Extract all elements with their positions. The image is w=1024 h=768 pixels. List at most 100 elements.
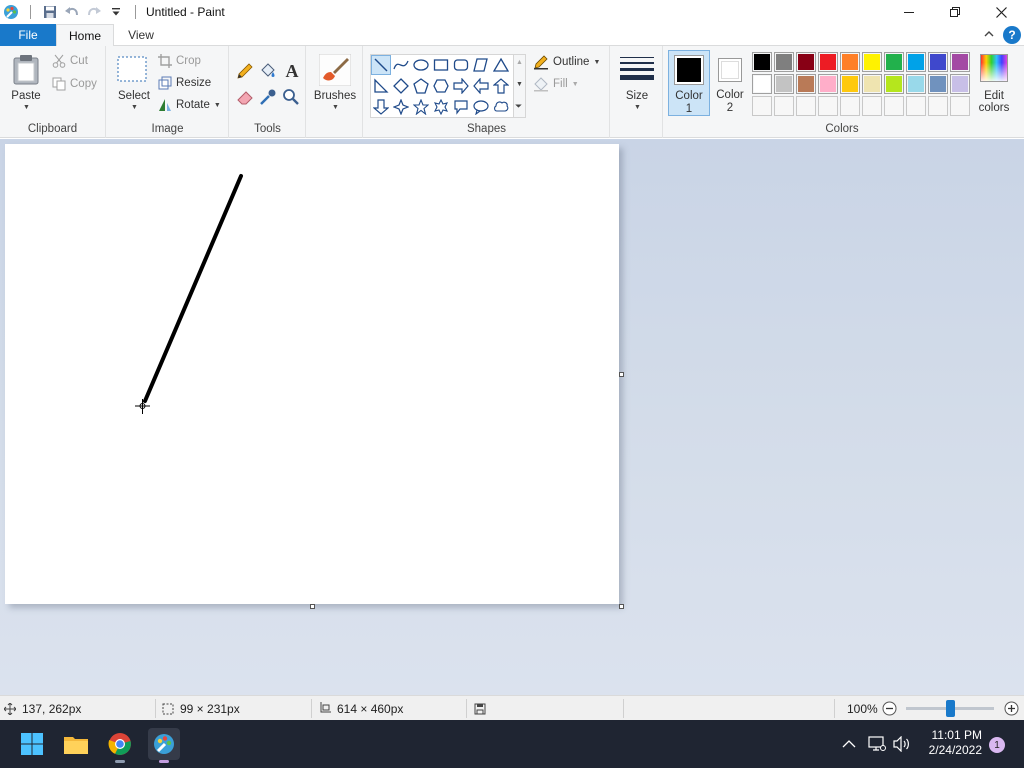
six-point-star-shape-icon[interactable]: [431, 97, 451, 117]
paste-button[interactable]: Paste ▼: [6, 52, 46, 114]
eraser-icon[interactable]: [236, 88, 254, 106]
cut-button[interactable]: Cut: [52, 51, 88, 71]
drawing-canvas[interactable]: [5, 144, 619, 604]
resize-handle-bottom[interactable]: [310, 604, 315, 609]
custom-color-slot[interactable]: [796, 96, 816, 116]
four-point-star-shape-icon[interactable]: [391, 97, 411, 117]
palette-swatch[interactable]: [906, 52, 926, 72]
palette-swatch[interactable]: [950, 52, 970, 72]
undo-icon[interactable]: [63, 3, 81, 21]
palette-swatch[interactable]: [774, 52, 794, 72]
zoom-out-button[interactable]: [882, 701, 897, 716]
minimize-button[interactable]: [886, 0, 932, 24]
up-arrow-shape-icon[interactable]: [491, 76, 511, 96]
cloud-callout-shape-icon[interactable]: [491, 97, 511, 117]
tab-home[interactable]: Home: [56, 24, 114, 47]
five-point-star-shape-icon[interactable]: [411, 97, 431, 117]
custom-color-slot[interactable]: [884, 96, 904, 116]
expand-shapes-icon[interactable]: ⏷: [515, 101, 522, 112]
custom-color-slot[interactable]: [840, 96, 860, 116]
network-button[interactable]: [868, 720, 886, 768]
palette-swatch[interactable]: [928, 52, 948, 72]
pentagon-shape-icon[interactable]: [411, 76, 431, 96]
palette-swatch[interactable]: [862, 74, 882, 94]
oval-shape-icon[interactable]: [411, 55, 431, 75]
polygon-shape-icon[interactable]: [471, 55, 491, 75]
scroll-down-icon[interactable]: ▼: [516, 81, 523, 88]
resize-handle-corner[interactable]: [619, 604, 624, 609]
magnifier-icon[interactable]: [282, 88, 300, 106]
palette-swatch[interactable]: [818, 74, 838, 94]
palette-swatch[interactable]: [862, 52, 882, 72]
fill-button[interactable]: Fill ▼: [533, 74, 579, 94]
custom-color-slot[interactable]: [752, 96, 772, 116]
close-button[interactable]: [978, 0, 1024, 24]
palette-swatch[interactable]: [752, 74, 772, 94]
brushes-button[interactable]: Brushes ▼: [313, 52, 357, 114]
curve-shape-icon[interactable]: [391, 55, 411, 75]
pencil-icon[interactable]: [236, 62, 254, 80]
palette-swatch[interactable]: [818, 52, 838, 72]
crop-button[interactable]: Crop: [158, 51, 201, 71]
scroll-up-icon[interactable]: ▲: [516, 59, 523, 66]
notification-badge[interactable]: 1: [989, 737, 1005, 753]
tab-file[interactable]: File: [0, 24, 56, 46]
chrome-button[interactable]: [104, 728, 136, 763]
palette-swatch[interactable]: [840, 52, 860, 72]
rounded-rectangle-shape-icon[interactable]: [451, 55, 471, 75]
file-explorer-button[interactable]: [60, 728, 92, 760]
custom-color-slot[interactable]: [862, 96, 882, 116]
tab-view[interactable]: View: [118, 24, 164, 46]
rotate-button[interactable]: Rotate ▼: [158, 95, 221, 115]
collapse-ribbon-icon[interactable]: [982, 27, 996, 41]
custom-color-slot[interactable]: [774, 96, 794, 116]
palette-swatch[interactable]: [950, 74, 970, 94]
palette-swatch[interactable]: [796, 52, 816, 72]
diamond-shape-icon[interactable]: [391, 76, 411, 96]
line-shape-icon[interactable]: [371, 55, 391, 75]
hexagon-shape-icon[interactable]: [431, 76, 451, 96]
color2-button[interactable]: Color 2: [714, 50, 748, 116]
triangle-shape-icon[interactable]: [491, 55, 511, 75]
outline-button[interactable]: Outline ▼: [533, 52, 600, 72]
custom-color-slot[interactable]: [928, 96, 948, 116]
select-button[interactable]: Select ▼: [111, 52, 153, 114]
custom-color-slot[interactable]: [818, 96, 838, 116]
resize-button[interactable]: Resize: [158, 73, 211, 93]
size-button[interactable]: Size ▼: [617, 52, 657, 114]
palette-swatch[interactable]: [840, 74, 860, 94]
palette-swatch[interactable]: [928, 74, 948, 94]
resize-handle-right[interactable]: [619, 372, 624, 377]
start-button[interactable]: [16, 728, 48, 760]
rounded-callout-shape-icon[interactable]: [451, 97, 471, 117]
rectangle-shape-icon[interactable]: [431, 55, 451, 75]
right-arrow-shape-icon[interactable]: [451, 76, 471, 96]
down-arrow-shape-icon[interactable]: [371, 97, 391, 117]
customize-quick-access-icon[interactable]: [107, 3, 125, 21]
left-arrow-shape-icon[interactable]: [471, 76, 491, 96]
clock[interactable]: 11:01 PM 2/24/2022: [929, 728, 982, 758]
right-triangle-shape-icon[interactable]: [371, 76, 391, 96]
redo-icon[interactable]: [85, 3, 103, 21]
palette-swatch[interactable]: [752, 52, 772, 72]
color-picker-icon[interactable]: [259, 88, 277, 106]
shapes-scrollbar[interactable]: ▲ ▼ ⏷: [514, 54, 526, 118]
palette-swatch[interactable]: [796, 74, 816, 94]
text-tool-icon[interactable]: A: [282, 61, 302, 81]
custom-color-slot[interactable]: [906, 96, 926, 116]
palette-swatch[interactable]: [774, 74, 794, 94]
palette-swatch[interactable]: [884, 74, 904, 94]
paint-taskbar-button[interactable]: [148, 728, 180, 763]
copy-button[interactable]: Copy: [52, 74, 97, 94]
zoom-in-button[interactable]: [1004, 701, 1019, 716]
custom-color-slot[interactable]: [950, 96, 970, 116]
edit-colors-button[interactable]: Edit colors: [974, 52, 1016, 116]
palette-swatch[interactable]: [906, 74, 926, 94]
show-hidden-icons-button[interactable]: [842, 720, 856, 768]
save-icon[interactable]: [41, 3, 59, 21]
zoom-slider-thumb[interactable]: [946, 700, 955, 717]
help-button[interactable]: ?: [1003, 26, 1021, 44]
volume-button[interactable]: [893, 720, 911, 768]
fill-bucket-icon[interactable]: [259, 62, 277, 80]
color1-button[interactable]: Color 1: [668, 50, 710, 116]
